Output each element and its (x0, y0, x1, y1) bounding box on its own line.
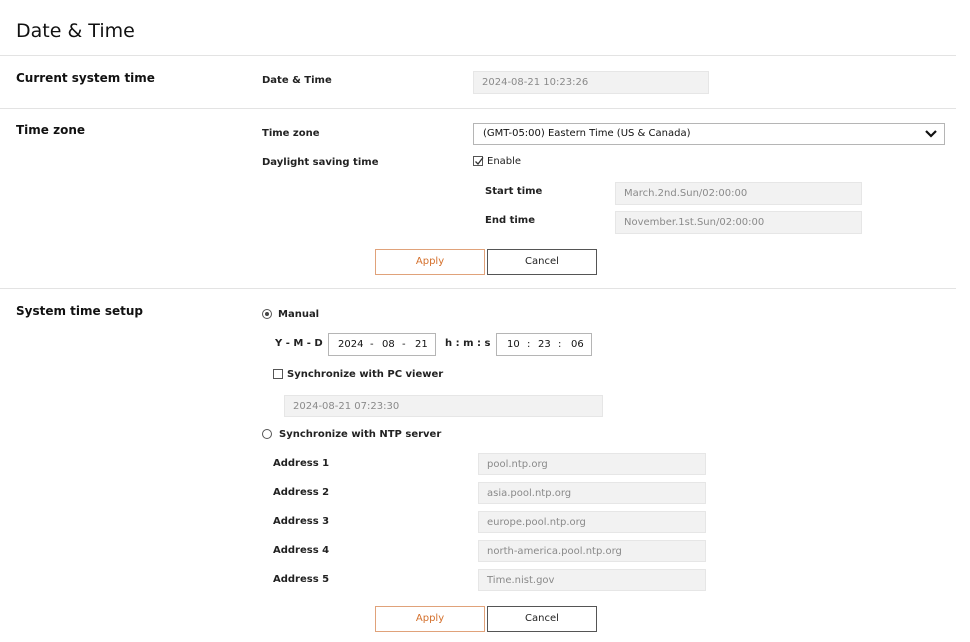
sync-pc-checkbox[interactable] (273, 369, 283, 379)
time-separator: : (558, 339, 562, 350)
month-value: 08 (382, 339, 395, 350)
address-field: north-america.pool.ntp.org (478, 540, 706, 562)
manual-radio[interactable] (262, 309, 272, 319)
divider (0, 288, 956, 289)
date-separator: - (402, 339, 406, 350)
ntp-label: Synchronize with NTP server (279, 429, 442, 440)
timezone-cancel-button[interactable]: Cancel (487, 249, 597, 275)
dst-enable-label: Enable (487, 156, 522, 167)
address-label: Address 3 (273, 516, 330, 527)
address-label: Address 5 (273, 574, 330, 585)
timezone-select[interactable]: (GMT-05:00) Eastern Time (US & Canada) (473, 123, 945, 145)
end-time-field: November.1st.Sun/02:00:00 (615, 211, 862, 234)
address-label: Address 2 (273, 487, 330, 498)
address-field: asia.pool.ntp.org (478, 482, 706, 504)
ymd-label: Y - M - D (275, 338, 323, 349)
address-label: Address 1 (273, 458, 330, 469)
section-title-timezone: Time zone (16, 123, 86, 137)
divider (0, 55, 956, 56)
address-field: Time.nist.gov (478, 569, 706, 591)
sync-pc-label: Synchronize with PC viewer (287, 369, 444, 380)
setup-apply-button[interactable]: Apply (375, 606, 485, 632)
time-input[interactable]: 10 : 23 : 06 (496, 333, 592, 356)
chevron-down-icon (925, 130, 937, 138)
hour-value: 10 (507, 339, 520, 350)
pc-time-field: 2024-08-21 07:23:30 (284, 395, 603, 417)
section-title-current: Current system time (16, 71, 155, 85)
checkmark-icon (475, 157, 484, 165)
address-label: Address 4 (273, 545, 330, 556)
page-title: Date & Time (16, 20, 135, 42)
divider (0, 108, 956, 109)
manual-label: Manual (278, 309, 320, 320)
dst-label: Daylight saving time (262, 157, 379, 168)
timezone-select-value: (GMT-05:00) Eastern Time (US & Canada) (483, 128, 691, 139)
timezone-label: Time zone (262, 128, 320, 139)
start-time-label: Start time (485, 186, 543, 197)
second-value: 06 (571, 339, 584, 350)
time-separator: : (527, 339, 531, 350)
setup-cancel-button[interactable]: Cancel (487, 606, 597, 632)
end-time-label: End time (485, 215, 535, 226)
day-value: 21 (415, 339, 428, 350)
timezone-apply-button[interactable]: Apply (375, 249, 485, 275)
address-field: europe.pool.ntp.org (478, 511, 706, 533)
year-value: 2024 (338, 339, 364, 350)
hms-label: h : m : s (445, 338, 491, 349)
ntp-radio[interactable] (262, 429, 272, 439)
section-title-setup: System time setup (16, 304, 143, 318)
dst-enable-checkbox[interactable] (473, 156, 484, 166)
start-time-field: March.2nd.Sun/02:00:00 (615, 182, 862, 205)
minute-value: 23 (538, 339, 551, 350)
address-field: pool.ntp.org (478, 453, 706, 475)
date-separator: - (370, 339, 374, 350)
current-datetime-field: 2024-08-21 10:23:26 (473, 71, 709, 94)
current-datetime-label: Date & Time (262, 75, 332, 86)
date-input[interactable]: 2024 - 08 - 21 (328, 333, 436, 356)
